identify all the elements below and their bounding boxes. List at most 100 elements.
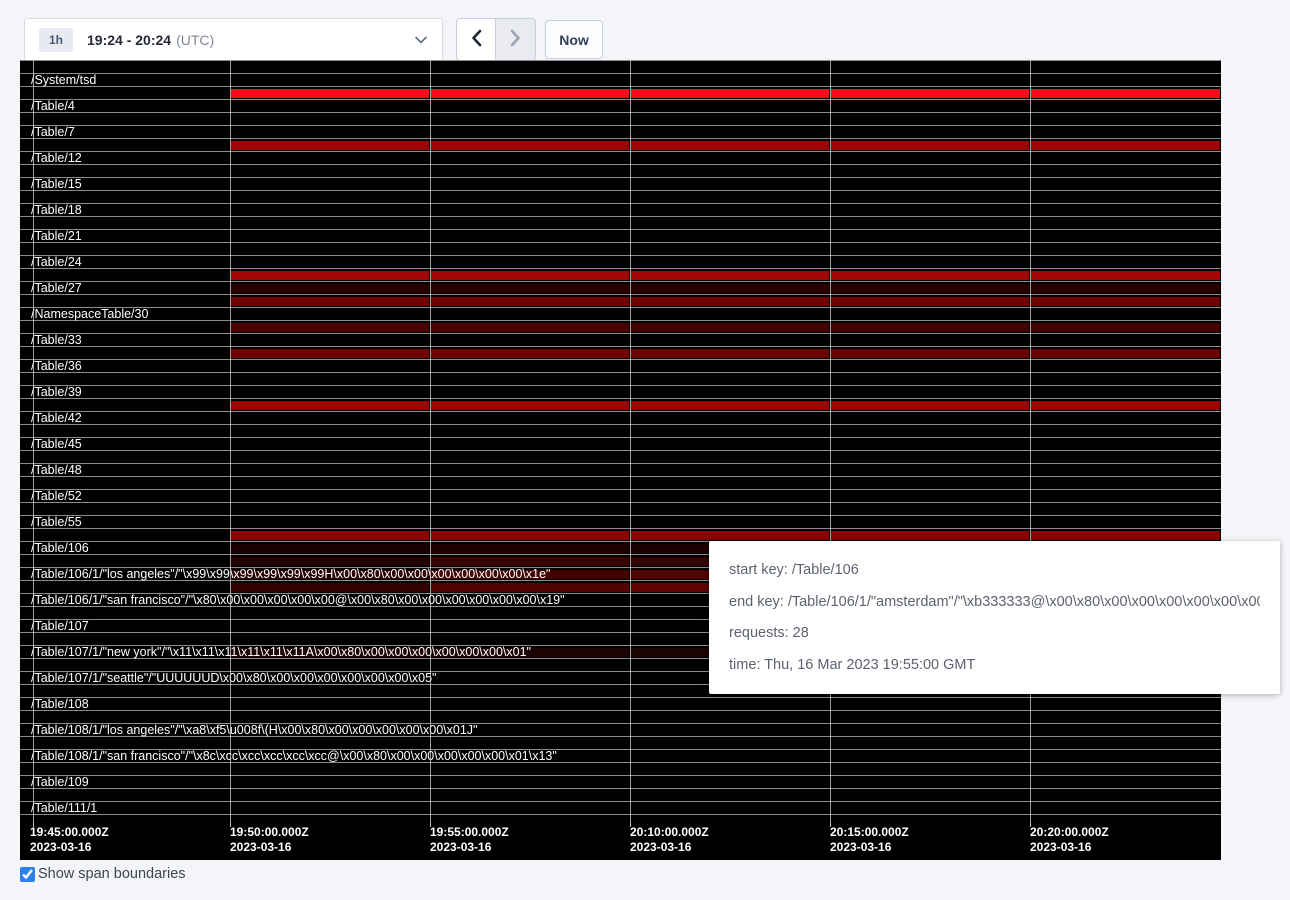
- heat-band-cell[interactable]: [431, 531, 629, 540]
- heat-band-cell[interactable]: [831, 531, 1029, 540]
- heat-band-cell[interactable]: [631, 401, 829, 410]
- tooltip-start-key: start key: /Table/106: [729, 562, 1260, 578]
- heat-band-cell[interactable]: [631, 531, 829, 540]
- span-row: /Table/27: [20, 281, 1221, 294]
- range-timezone-label: (UTC): [176, 32, 214, 48]
- span-row: [20, 736, 1221, 749]
- heat-band-cell[interactable]: [431, 583, 629, 592]
- span-row: [20, 138, 1221, 151]
- span-row: [20, 112, 1221, 125]
- heatmap-plot[interactable]: /System/tsd/Table/4/Table/7/Table/12/Tab…: [20, 60, 1221, 822]
- heat-band-cell[interactable]: [831, 323, 1029, 332]
- span-row: [20, 346, 1221, 359]
- span-row: /NamespaceTable/30: [20, 307, 1221, 320]
- now-button[interactable]: Now: [545, 20, 603, 59]
- heat-band-cell[interactable]: [231, 583, 429, 592]
- heat-band-cell[interactable]: [231, 323, 429, 332]
- span-row: [20, 60, 1221, 73]
- footer-controls: Show span boundaries: [20, 866, 186, 882]
- span-row: /Table/45: [20, 437, 1221, 450]
- heat-band-cell[interactable]: [631, 141, 829, 150]
- heat-band-cell[interactable]: [631, 323, 829, 332]
- heat-band-cell[interactable]: [431, 89, 629, 98]
- heat-band-cell[interactable]: [831, 401, 1029, 410]
- heat-band-cell[interactable]: [1031, 323, 1220, 332]
- heat-band-cell[interactable]: [831, 271, 1029, 280]
- span-row: /Table/4: [20, 99, 1221, 112]
- heat-band-cell[interactable]: [1031, 89, 1220, 98]
- span-row: [20, 814, 1221, 822]
- span-row: [20, 190, 1221, 203]
- heat-band-cell[interactable]: [631, 89, 829, 98]
- span-row: [20, 320, 1221, 333]
- time-nav-group: [456, 18, 536, 61]
- heat-band-cell[interactable]: [231, 544, 429, 553]
- heat-band-cell[interactable]: [231, 401, 429, 410]
- axis-time-label: 20:10:00.000Z2023-03-16: [630, 825, 709, 855]
- span-row: [20, 294, 1221, 307]
- show-span-boundaries-checkbox[interactable]: [20, 867, 35, 882]
- span-row: [20, 242, 1221, 255]
- chevron-right-icon: [509, 29, 522, 50]
- heat-band-cell[interactable]: [631, 297, 829, 306]
- heat-band-cell[interactable]: [231, 284, 429, 293]
- axis-time-label: 19:55:00.000Z2023-03-16: [430, 825, 509, 855]
- span-row: [20, 528, 1221, 541]
- heat-band-cell[interactable]: [431, 349, 629, 358]
- heat-band-cell[interactable]: [231, 89, 429, 98]
- heat-band-cell[interactable]: [1031, 401, 1220, 410]
- heat-band-cell[interactable]: [1031, 284, 1220, 293]
- heat-band-cell[interactable]: [1031, 271, 1220, 280]
- heat-band-cell[interactable]: [431, 271, 629, 280]
- axis-date-label: 2023-03-16: [430, 840, 509, 855]
- span-row: [20, 762, 1221, 775]
- heat-band-cell[interactable]: [1031, 297, 1220, 306]
- heat-band-cell[interactable]: [831, 297, 1029, 306]
- heat-band-cell[interactable]: [231, 531, 429, 540]
- heat-band-cell[interactable]: [631, 271, 829, 280]
- axis-time-label: 20:15:00.000Z2023-03-16: [830, 825, 909, 855]
- time-gridline: [630, 60, 631, 822]
- heat-band-cell[interactable]: [831, 284, 1029, 293]
- heat-band-cell[interactable]: [431, 297, 629, 306]
- heat-band-cell[interactable]: [231, 141, 429, 150]
- span-row: /System/tsd: [20, 73, 1221, 86]
- span-row: [20, 788, 1221, 801]
- heat-band-cell[interactable]: [231, 557, 429, 566]
- time-range-select[interactable]: 1h 19:24 - 20:24 (UTC): [24, 18, 443, 61]
- heat-band-cell[interactable]: [631, 284, 829, 293]
- heat-band-cell[interactable]: [431, 401, 629, 410]
- span-row: /Table/33: [20, 333, 1221, 346]
- time-gridline: [230, 60, 231, 822]
- heat-band-cell[interactable]: [831, 349, 1029, 358]
- heat-band-cell[interactable]: [231, 349, 429, 358]
- heat-band-cell[interactable]: [1031, 141, 1220, 150]
- heat-band-cell[interactable]: [431, 141, 629, 150]
- heat-band-cell[interactable]: [431, 323, 629, 332]
- next-interval-button[interactable]: [496, 18, 536, 61]
- span-row: /Table/15: [20, 177, 1221, 190]
- heat-band-cell[interactable]: [431, 557, 629, 566]
- prev-interval-button[interactable]: [456, 18, 496, 61]
- axis-time-label: 19:50:00.000Z2023-03-16: [230, 825, 309, 855]
- span-row: /Table/108/1/"los angeles"/"\xa8\xf5\u00…: [20, 723, 1221, 736]
- axis-date-label: 2023-03-16: [230, 840, 309, 855]
- axis-date-label: 2023-03-16: [630, 840, 709, 855]
- span-row: /Table/36: [20, 359, 1221, 372]
- span-row: /Table/55: [20, 515, 1221, 528]
- heat-band-cell[interactable]: [831, 141, 1029, 150]
- span-row: /Table/12: [20, 151, 1221, 164]
- tooltip-requests: requests: 28: [729, 625, 1260, 641]
- span-row: [20, 216, 1221, 229]
- heat-band-cell[interactable]: [231, 271, 429, 280]
- heat-band-cell[interactable]: [431, 284, 629, 293]
- heat-band-cell[interactable]: [631, 349, 829, 358]
- heat-band-cell[interactable]: [1031, 349, 1220, 358]
- span-row: [20, 372, 1221, 385]
- span-row: /Table/39: [20, 385, 1221, 398]
- heat-band-cell[interactable]: [1031, 531, 1220, 540]
- heat-band-cell[interactable]: [831, 89, 1029, 98]
- span-row: /Table/109: [20, 775, 1221, 788]
- heat-band-cell[interactable]: [231, 297, 429, 306]
- heat-band-cell[interactable]: [431, 544, 629, 553]
